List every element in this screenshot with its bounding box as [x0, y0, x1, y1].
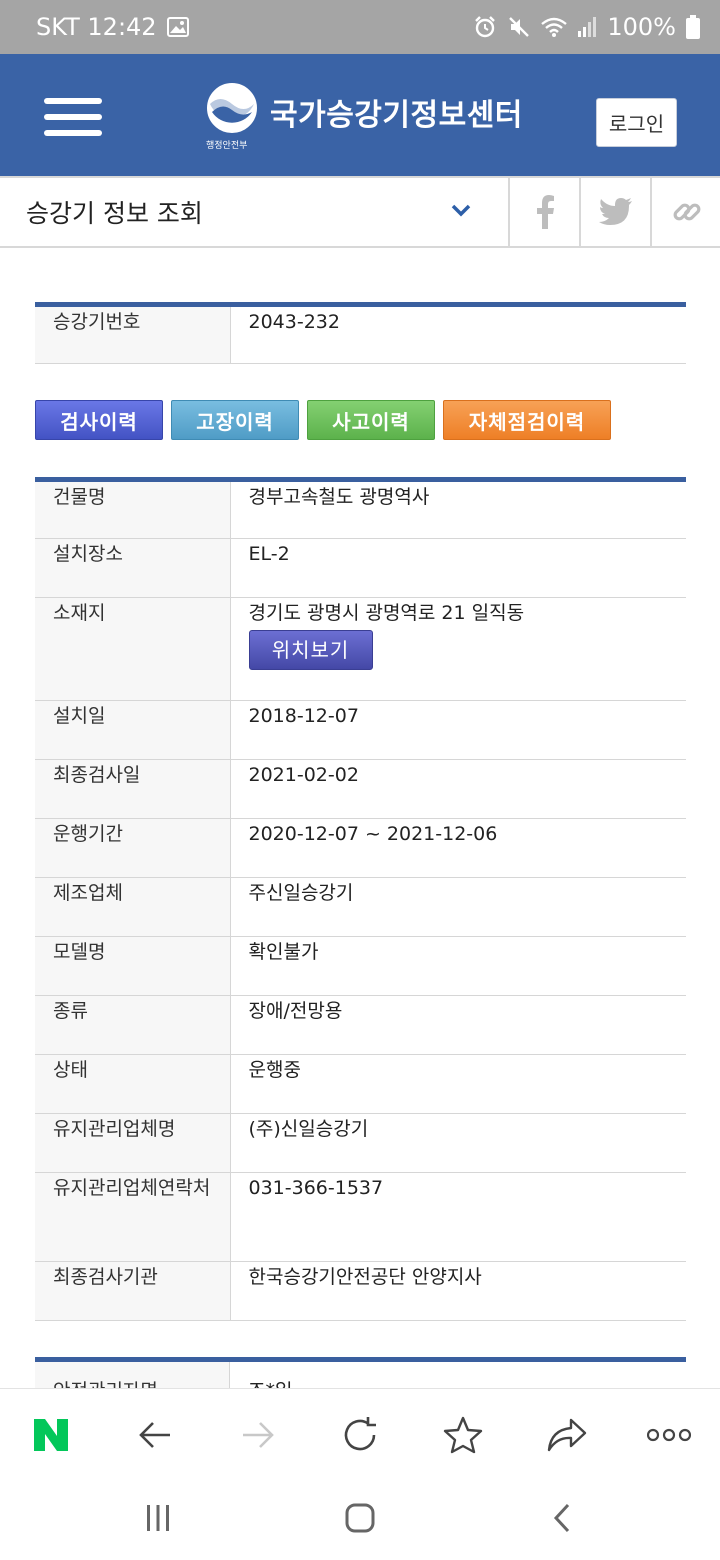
inspection-history-tab[interactable]: 검사이력	[35, 400, 163, 440]
install-date-label: 설치일	[35, 700, 231, 760]
type-label: 종류	[35, 995, 231, 1055]
elevator-number-value: 2043-232	[230, 304, 686, 364]
failure-history-tab[interactable]: 고장이력	[171, 400, 299, 440]
install-place-label: 설치장소	[35, 538, 231, 598]
table-row: 운행기간 2020-12-07 ~ 2021-12-06	[35, 818, 686, 878]
status-label: 상태	[35, 1054, 231, 1114]
hamburger-menu-icon[interactable]	[44, 98, 102, 136]
elevator-number-label: 승강기번호	[35, 304, 231, 364]
table-row: 승강기번호 2043-232	[35, 304, 686, 364]
carrier-time: SKT 12:42	[36, 13, 157, 41]
status-value: 운행중	[230, 1054, 686, 1114]
bookmark-star-icon[interactable]	[437, 1411, 489, 1459]
site-logo[interactable]: 행정안전부 국가승강기정보센터	[206, 82, 523, 152]
chevron-down-icon	[450, 202, 472, 222]
manufacturer-label: 제조업체	[35, 877, 231, 937]
alarm-icon	[473, 15, 497, 39]
elevator-detail-table: 건물명 경부고속철도 광명역사 설치장소 EL-2 소재지 경기도 광명시 광명…	[35, 477, 686, 1321]
building-label: 건물명	[35, 479, 231, 539]
table-row: 제조업체 주신일승강기	[35, 877, 686, 937]
operation-period-label: 운행기간	[35, 818, 231, 878]
table-row: 건물명 경부고속철도 광명역사	[35, 479, 686, 539]
gallery-notification-icon	[166, 17, 189, 37]
battery-percent: 100%	[607, 13, 676, 41]
type-value: 장애/전망용	[230, 995, 686, 1055]
address-label: 소재지	[35, 597, 231, 701]
table-row: 상태 운행중	[35, 1054, 686, 1114]
view-location-button[interactable]: 위치보기	[248, 630, 373, 670]
install-date-value: 2018-12-07	[230, 700, 686, 760]
government-emblem-icon: 행정안전부	[206, 82, 258, 152]
back-arrow-icon[interactable]	[129, 1411, 181, 1459]
table-row: 최종검사기관 한국승강기안전공단 안양지사	[35, 1261, 686, 1321]
table-row: 소재지 경기도 광명시 광명역로 21 일직동 위치보기	[35, 597, 686, 701]
self-check-history-tab[interactable]: 자체점검이력	[443, 400, 611, 440]
refresh-icon[interactable]	[334, 1411, 386, 1459]
install-place-value: EL-2	[230, 538, 686, 598]
inspection-agency-value: 한국승강기안전공단 안양지사	[230, 1261, 686, 1321]
login-button[interactable]: 로그인	[596, 98, 677, 147]
naver-home-icon[interactable]	[25, 1411, 77, 1459]
home-icon[interactable]	[330, 1498, 390, 1538]
share-icon[interactable]	[541, 1411, 593, 1459]
forward-arrow-icon[interactable]	[232, 1411, 284, 1459]
facebook-share-icon[interactable]	[508, 178, 579, 246]
table-row: 유지관리업체연락처 031-366-1537	[35, 1172, 686, 1262]
accident-history-tab[interactable]: 사고이력	[307, 400, 435, 440]
more-icon[interactable]	[643, 1411, 695, 1459]
status-bar: SKT 12:42 100%	[0, 0, 720, 54]
maintenance-contact-label: 유지관리업체연락처	[35, 1172, 231, 1262]
sub-navigation: 승강기 정보 조회	[0, 176, 720, 248]
table-row: 설치장소 EL-2	[35, 538, 686, 598]
last-inspection-date-value: 2021-02-02	[230, 759, 686, 819]
copy-link-icon[interactable]	[650, 178, 720, 246]
table-row: 설치일 2018-12-07	[35, 700, 686, 760]
manufacturer-value: 주신일승강기	[230, 877, 686, 937]
page-select-dropdown[interactable]: 승강기 정보 조회	[0, 178, 508, 246]
signal-icon	[577, 16, 597, 38]
system-navigation-bar	[0, 1480, 720, 1560]
building-value: 경부고속철도 광명역사	[230, 479, 686, 539]
elevator-number-table: 승강기번호 2043-232	[35, 302, 686, 364]
recent-apps-icon[interactable]	[128, 1498, 188, 1538]
history-tabs: 검사이력 고장이력 사고이력 자체점검이력	[35, 400, 686, 440]
mute-icon	[507, 15, 531, 39]
site-header: 행정안전부 국가승강기정보센터 로그인	[0, 54, 720, 176]
table-row: 유지관리업체명 (주)신일승강기	[35, 1113, 686, 1173]
maintenance-contact-value[interactable]: 031-366-1537	[230, 1172, 686, 1262]
battery-icon	[686, 15, 700, 39]
address-cell: 경기도 광명시 광명역로 21 일직동 위치보기	[230, 597, 686, 701]
inspection-agency-label: 최종검사기관	[35, 1261, 231, 1321]
operation-period-value: 2020-12-07 ~ 2021-12-06	[230, 818, 686, 878]
twitter-share-icon[interactable]	[579, 178, 650, 246]
model-value: 확인불가	[230, 936, 686, 996]
site-title: 국가승강기정보센터	[270, 98, 523, 133]
ministry-label: 행정안전부	[206, 141, 248, 151]
table-row: 최종검사일 2021-02-02	[35, 759, 686, 819]
address-value: 경기도 광명시 광명역로 21 일직동	[248, 602, 525, 624]
last-inspection-date-label: 최종검사일	[35, 759, 231, 819]
wifi-icon	[541, 16, 568, 38]
elevator-info-content: 승강기번호 2043-232 검사이력 고장이력 사고이력 자체점검이력 건물명…	[35, 302, 686, 1321]
back-icon[interactable]	[532, 1498, 592, 1538]
table-row: 종류 장애/전망용	[35, 995, 686, 1055]
browser-toolbar	[0, 1388, 720, 1480]
maintenance-company-value: (주)신일승강기	[230, 1113, 686, 1173]
page-title: 승강기 정보 조회	[26, 199, 203, 228]
table-row: 모델명 확인불가	[35, 936, 686, 996]
maintenance-company-label: 유지관리업체명	[35, 1113, 231, 1173]
model-label: 모델명	[35, 936, 231, 996]
